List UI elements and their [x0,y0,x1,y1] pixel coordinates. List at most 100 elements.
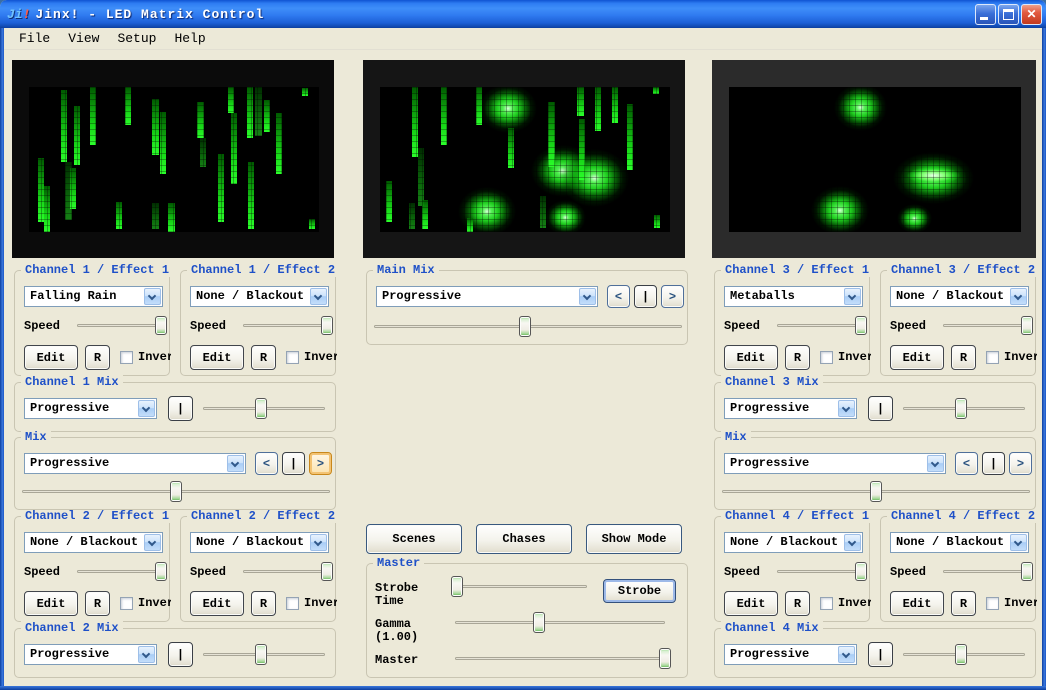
slider-track[interactable] [943,324,1029,327]
effect-select[interactable]: None / Blackout [890,286,1029,307]
randomize-button[interactable]: R [785,345,810,370]
slider-track[interactable] [455,657,665,660]
slider-thumb[interactable] [451,576,463,597]
chevron-down-icon[interactable] [310,534,327,551]
slider-thumb[interactable] [855,562,867,581]
pause-button[interactable]: | [634,285,657,308]
menu-view[interactable]: View [59,29,108,48]
effect-select[interactable]: Metaballs [724,286,863,307]
slider-thumb[interactable] [533,612,545,633]
pause-button[interactable]: | [168,396,193,421]
slider-track[interactable] [777,570,863,573]
invert-checkbox[interactable] [820,351,833,364]
effect-select[interactable]: Falling Rain [24,286,163,307]
pause-button[interactable]: | [868,396,893,421]
mix-mode-select[interactable]: Progressive [24,453,246,474]
slider-thumb[interactable] [255,398,267,419]
effect-select[interactable]: None / Blackout [190,532,329,553]
channel-mix-slider[interactable] [901,643,1027,667]
effect-select[interactable]: None / Blackout [190,286,329,307]
strobe-time-slider[interactable] [453,576,589,598]
menu-file[interactable]: File [10,29,59,48]
speed-slider[interactable] [775,560,865,584]
pause-button[interactable]: | [282,452,305,475]
edit-button[interactable]: Edit [190,591,244,616]
slider-thumb[interactable] [855,316,867,335]
chevron-down-icon[interactable] [144,288,161,305]
invert-checkbox[interactable] [986,597,999,610]
slider-track[interactable] [77,570,163,573]
maximize-button[interactable] [998,4,1019,25]
slider-track[interactable] [243,324,329,327]
slider-thumb[interactable] [1021,316,1033,335]
mix-mode-select[interactable]: Progressive [24,644,157,665]
speed-slider[interactable] [941,560,1031,584]
chevron-down-icon[interactable] [227,455,244,472]
effect-select[interactable]: None / Blackout [24,532,163,553]
chevron-down-icon[interactable] [138,400,155,417]
chevron-down-icon[interactable] [138,646,155,663]
randomize-button[interactable]: R [785,591,810,616]
slider-track[interactable] [455,621,665,624]
slider-thumb[interactable] [519,316,531,337]
slider-thumb[interactable] [659,648,671,669]
title-bar[interactable]: Ji! Jinx! - LED Matrix Control ✕ [0,0,1046,28]
mix-mode-select[interactable]: Progressive [24,398,157,419]
slider-thumb[interactable] [321,562,333,581]
chevron-down-icon[interactable] [844,288,861,305]
mix-mode-select[interactable]: Progressive [376,286,598,307]
scenes-button[interactable]: Scenes [366,524,462,554]
chevron-down-icon[interactable] [838,400,855,417]
speed-slider[interactable] [75,314,165,338]
randomize-button[interactable]: R [85,345,110,370]
pause-button[interactable]: | [868,642,893,667]
slider-thumb[interactable] [955,398,967,419]
chevron-down-icon[interactable] [579,288,596,305]
randomize-button[interactable]: R [951,345,976,370]
edit-button[interactable]: Edit [190,345,244,370]
chevron-down-icon[interactable] [1010,288,1027,305]
slider-track[interactable] [777,324,863,327]
speed-slider[interactable] [241,314,331,338]
next-button[interactable]: > [1009,452,1032,475]
gamma-slider[interactable] [453,612,667,634]
edit-button[interactable]: Edit [890,345,944,370]
edit-button[interactable]: Edit [24,591,78,616]
speed-slider[interactable] [75,560,165,584]
menu-setup[interactable]: Setup [108,29,165,48]
randomize-button[interactable]: R [85,591,110,616]
randomize-button[interactable]: R [951,591,976,616]
minimize-button[interactable] [975,4,996,25]
invert-checkbox[interactable] [286,597,299,610]
close-button[interactable]: ✕ [1021,4,1042,25]
randomize-button[interactable]: R [251,591,276,616]
mix-mode-select[interactable]: Progressive [724,644,857,665]
previous-button[interactable]: < [607,285,630,308]
next-button[interactable]: > [661,285,684,308]
slider-thumb[interactable] [255,644,267,665]
randomize-button[interactable]: R [251,345,276,370]
pause-button[interactable]: | [982,452,1005,475]
strobe-button[interactable]: Strobe [603,579,676,603]
speed-slider[interactable] [941,314,1031,338]
mix-fader-slider[interactable] [720,480,1032,504]
channel-mix-slider[interactable] [201,397,327,421]
mix-mode-select[interactable]: Progressive [724,453,946,474]
next-button[interactable]: > [309,452,332,475]
slider-thumb[interactable] [955,644,967,665]
master-slider[interactable] [453,648,667,670]
slider-thumb[interactable] [1021,562,1033,581]
speed-slider[interactable] [775,314,865,338]
invert-checkbox[interactable] [120,597,133,610]
chevron-down-icon[interactable] [1010,534,1027,551]
mix-mode-select[interactable]: Progressive [724,398,857,419]
edit-button[interactable]: Edit [890,591,944,616]
channel-mix-slider[interactable] [901,397,1027,421]
invert-checkbox[interactable] [120,351,133,364]
chevron-down-icon[interactable] [927,455,944,472]
chevron-down-icon[interactable] [838,646,855,663]
slider-thumb[interactable] [155,316,167,335]
effect-select[interactable]: None / Blackout [890,532,1029,553]
chevron-down-icon[interactable] [144,534,161,551]
slider-track[interactable] [455,585,587,588]
